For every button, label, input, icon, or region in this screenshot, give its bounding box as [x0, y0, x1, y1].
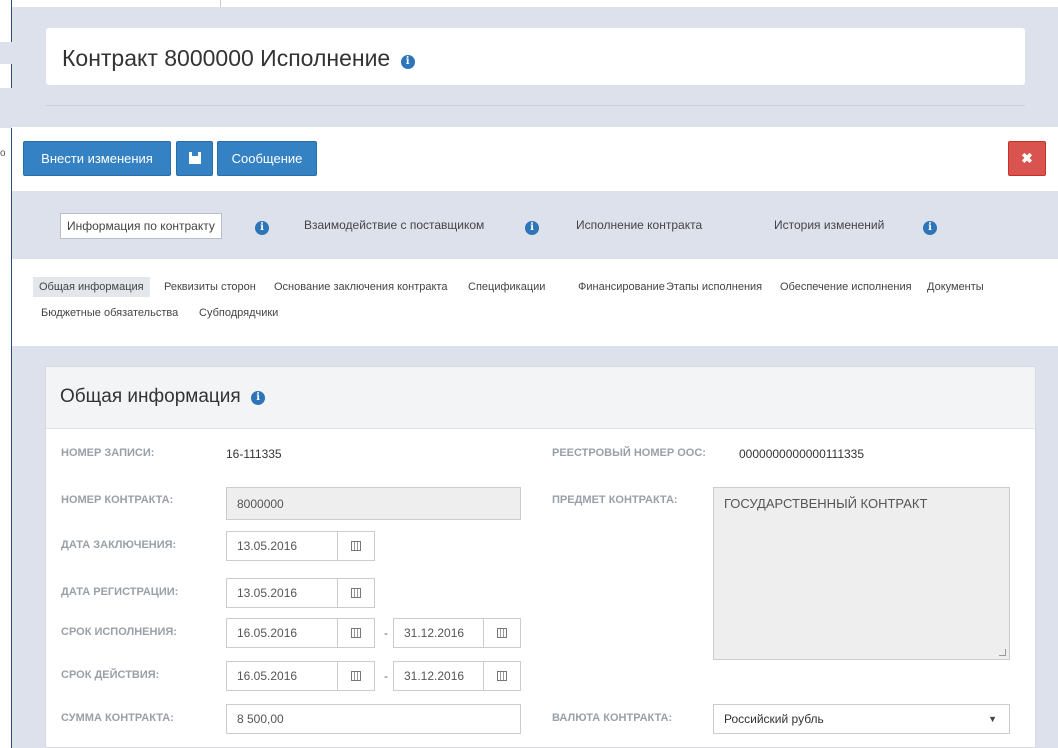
- calendar-button[interactable]: [483, 661, 521, 691]
- subtab-security[interactable]: Обеспечение исполнения: [774, 277, 918, 297]
- record-number-label: НОМЕР ЗАПИСИ:: [61, 447, 155, 459]
- tab-contract-execution[interactable]: Исполнение контракта: [576, 213, 702, 239]
- message-button[interactable]: Сообщение: [217, 141, 317, 176]
- calendar-button[interactable]: [337, 618, 375, 648]
- title-card: Контракт 8000000 Исполнение i: [46, 28, 1025, 85]
- background-band: [0, 42, 12, 64]
- subtab-documents[interactable]: Документы: [921, 277, 990, 297]
- info-icon[interactable]: i: [923, 219, 937, 237]
- calendar-icon: [497, 628, 507, 638]
- calendar-icon: [351, 541, 361, 551]
- top-strip: [12, 0, 1058, 7]
- content-area: Общая информация i НОМЕР ЗАПИСИ: 16-1113…: [12, 346, 1058, 748]
- conclusion-date-field[interactable]: 13.05.2016: [226, 531, 338, 561]
- floppy-disk-icon: [188, 152, 201, 164]
- save-button[interactable]: [176, 141, 213, 176]
- calendar-icon: [351, 671, 361, 681]
- subtab-general[interactable]: Общая информация: [33, 277, 150, 297]
- title-area: Контракт 8000000 Исполнение i: [12, 7, 1058, 127]
- record-number-value: 16-111335: [226, 447, 282, 461]
- calendar-button[interactable]: [337, 578, 375, 608]
- toolbar: Внести изменения Сообщение ✖: [12, 127, 1058, 191]
- tab-change-history[interactable]: История изменений: [774, 213, 884, 239]
- registration-date-field[interactable]: 13.05.2016: [226, 578, 338, 608]
- amount-label: СУММА КОНТРАКТА:: [61, 712, 174, 724]
- background-window-edge: о: [0, 0, 12, 748]
- currency-value: Российский рубль: [724, 712, 824, 726]
- contract-number-field[interactable]: 8000000: [226, 487, 521, 520]
- divider: [46, 105, 1025, 106]
- validity-from-field[interactable]: 16.05.2016: [226, 661, 338, 691]
- info-icon[interactable]: i: [255, 219, 269, 237]
- amount-field[interactable]: 8 500,00: [226, 704, 521, 734]
- close-button[interactable]: ✖: [1008, 141, 1046, 176]
- chevron-down-icon: ▼: [988, 714, 997, 724]
- range-separator: -: [384, 669, 388, 683]
- section-title: Общая информация: [60, 386, 241, 407]
- background-text: о: [0, 148, 6, 159]
- info-icon[interactable]: i: [400, 54, 415, 69]
- subtab-parties[interactable]: Реквизиты сторон: [158, 277, 262, 297]
- registry-number-label: РЕЕСТРОВЫЙ НОМЕР ООС:: [552, 447, 706, 459]
- subtab-financing[interactable]: Финансирование: [572, 277, 671, 297]
- execution-to-field[interactable]: 31.12.2016: [393, 618, 496, 648]
- resize-handle-icon[interactable]: [999, 649, 1006, 656]
- tab-contract-info[interactable]: Информация по контракту: [60, 213, 222, 239]
- info-icon[interactable]: i: [525, 219, 539, 237]
- panel-header: Общая информация i: [46, 367, 1035, 429]
- calendar-icon: [497, 671, 507, 681]
- main-tabs: Информация по контракту i Взаимодействие…: [12, 191, 1058, 259]
- sub-tabs: Общая информация Реквизиты сторон Основа…: [12, 259, 1058, 346]
- range-separator: -: [384, 626, 388, 640]
- registry-number-value: 0000000000000111335: [739, 447, 865, 461]
- validity-period-label: СРОК ДЕЙСТВИЯ:: [61, 669, 160, 681]
- calendar-button[interactable]: [483, 618, 521, 648]
- calendar-button[interactable]: [337, 661, 375, 691]
- subtab-stages[interactable]: Этапы исполнения: [660, 277, 768, 297]
- general-info-panel: Общая информация i НОМЕР ЗАПИСИ: 16-1113…: [45, 366, 1036, 748]
- calendar-icon: [351, 588, 361, 598]
- subject-label: ПРЕДМЕТ КОНТРАКТА:: [552, 494, 678, 506]
- registration-date-label: ДАТА РЕГИСТРАЦИИ:: [61, 586, 179, 598]
- contract-number-label: НОМЕР КОНТРАКТА:: [61, 494, 174, 506]
- subject-textarea[interactable]: ГОСУДАРСТВЕННЫЙ КОНТРАКТ: [713, 487, 1010, 660]
- background-band: [0, 88, 12, 128]
- currency-label: ВАЛЮТА КОНТРАКТА:: [552, 712, 673, 724]
- calendar-icon: [351, 628, 361, 638]
- subtab-budget-obligations[interactable]: Бюджетные обязательства: [35, 303, 184, 323]
- conclusion-date-label: ДАТА ЗАКЛЮЧЕНИЯ:: [61, 539, 177, 551]
- validity-to-field[interactable]: 31.12.2016: [393, 661, 496, 691]
- divider: [220, 0, 221, 7]
- subject-text: ГОСУДАРСТВЕННЫЙ КОНТРАКТ: [724, 496, 928, 511]
- currency-select[interactable]: Российский рубль ▼: [713, 704, 1010, 734]
- subtab-specifications[interactable]: Спецификации: [462, 277, 551, 297]
- subtab-basis[interactable]: Основание заключения контракта: [268, 277, 453, 297]
- tab-supplier-interaction[interactable]: Взаимодействие с поставщиком: [304, 213, 484, 239]
- execution-period-label: СРОК ИСПОЛНЕНИЯ:: [61, 626, 177, 638]
- edit-button[interactable]: Внести изменения: [23, 141, 171, 176]
- info-icon[interactable]: i: [251, 390, 266, 405]
- calendar-button[interactable]: [337, 531, 375, 561]
- subtab-subcontractors[interactable]: Субподрядчики: [193, 303, 284, 323]
- execution-from-field[interactable]: 16.05.2016: [226, 618, 338, 648]
- page-title: Контракт 8000000 Исполнение: [62, 45, 391, 71]
